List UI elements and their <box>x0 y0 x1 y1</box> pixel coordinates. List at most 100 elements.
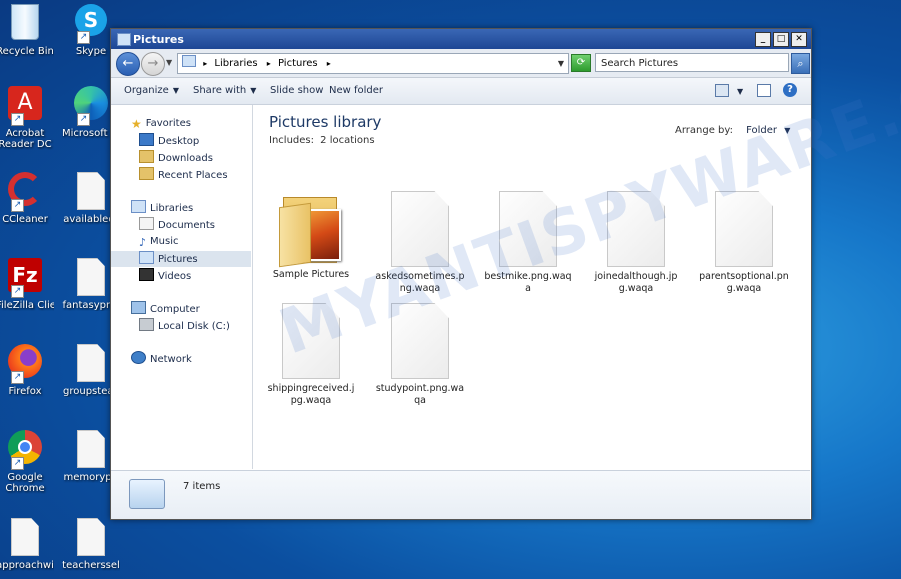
arrange-by-dropdown[interactable]: Folder ▼ <box>746 125 790 136</box>
nav-local-disk[interactable]: Local Disk (C:) <box>139 318 230 334</box>
file-view: Pictures library Includes: 2 locations A… <box>253 105 810 469</box>
breadcrumb-separator: ▸ <box>203 59 208 68</box>
organize-button[interactable]: Organize ▼ <box>124 85 179 96</box>
desktop-icon-acrobat[interactable]: A ↗ Acrobat Reader DC <box>0 84 54 150</box>
file-icon <box>71 258 111 298</box>
shortcut-arrow-icon: ↗ <box>11 113 24 126</box>
nav-label: Computer <box>150 304 200 315</box>
network-icon <box>131 351 146 364</box>
nav-desktop[interactable]: Desktop <box>139 133 199 149</box>
file-icon <box>71 430 111 470</box>
nav-videos[interactable]: Videos <box>139 268 191 284</box>
new-folder-button[interactable]: New folder <box>329 85 383 96</box>
file-icon <box>391 303 449 379</box>
nav-pictures[interactable]: Pictures <box>111 251 251 267</box>
minimize-button[interactable]: _ <box>755 32 771 47</box>
desktop-icon-file[interactable]: teacherssel <box>62 516 120 571</box>
navigation-pane: ★ Favorites Desktop Downloads Recent Plac… <box>111 105 253 469</box>
videos-icon <box>139 268 154 281</box>
file-item[interactable]: studypoint.png.waqa <box>375 303 465 407</box>
preview-pane-icon[interactable] <box>757 84 771 97</box>
file-item[interactable]: bestmike.png.waqa <box>483 191 573 295</box>
downloads-icon <box>139 150 154 163</box>
help-button[interactable]: ? <box>783 83 797 97</box>
details-pane: 7 items <box>111 470 810 519</box>
window-title: Pictures <box>133 33 184 46</box>
nav-downloads[interactable]: Downloads <box>139 150 213 166</box>
nav-label: Desktop <box>158 136 200 147</box>
file-item[interactable]: joinedalthough.jpg.waqa <box>591 191 681 295</box>
desktop-icon-file[interactable]: approachwi <box>0 516 54 571</box>
title-bar[interactable]: Pictures _ □ ✕ <box>111 29 811 49</box>
file-icon <box>607 191 665 267</box>
maximize-button[interactable]: □ <box>773 32 789 47</box>
share-with-button[interactable]: Share with ▼ <box>193 85 256 96</box>
address-dropdown-icon[interactable]: ▼ <box>558 54 564 73</box>
nav-computer[interactable]: Computer <box>131 301 200 317</box>
desktop-icon-label: teacherssel <box>62 560 120 571</box>
file-icon <box>715 191 773 267</box>
file-item[interactable]: askedsometimes.png.waqa <box>375 191 465 295</box>
folder-item[interactable]: Sample Pictures <box>266 191 356 281</box>
chrome-icon: ↗ <box>5 430 45 470</box>
desktop-icon-chrome[interactable]: ↗ Google Chrome <box>0 428 54 494</box>
desktop-icon-label: Recycle Bin <box>0 46 54 57</box>
desktop-icon-recycle-bin[interactable]: Recycle Bin <box>0 2 54 57</box>
address-field[interactable]: ▸ Libraries ▸ Pictures ▸ ▼ <box>177 53 569 74</box>
file-icon <box>71 518 111 558</box>
filezilla-icon: Fz ↗ <box>5 258 45 298</box>
breadcrumb-libraries[interactable]: Libraries <box>214 58 257 69</box>
arrange-by: Arrange by: Folder ▼ <box>675 125 790 136</box>
item-name: bestmike.png.waqa <box>484 271 572 294</box>
breadcrumb-separator: ▸ <box>326 59 331 68</box>
desktop-icon-label: approachwi <box>0 560 54 571</box>
includes-link[interactable]: 2 locations <box>320 135 374 146</box>
nav-label: Libraries <box>150 203 194 214</box>
explorer-window: Pictures _ □ ✕ ← → ▼ ▸ Libraries ▸ Pictu… <box>110 28 812 520</box>
search-input[interactable]: Search Pictures <box>595 53 789 72</box>
back-button[interactable]: ← <box>116 52 140 76</box>
file-icon <box>71 172 111 212</box>
search-icon[interactable]: ⌕ <box>791 53 810 74</box>
close-button[interactable]: ✕ <box>791 32 807 47</box>
nav-documents[interactable]: Documents <box>139 217 215 233</box>
libraries-icon <box>131 200 146 213</box>
shortcut-arrow-icon: ↗ <box>77 113 90 126</box>
arrange-value: Folder <box>746 125 778 136</box>
share-with-label: Share with <box>193 85 247 96</box>
acrobat-icon: A ↗ <box>5 86 45 126</box>
nav-libraries[interactable]: Libraries <box>131 200 193 216</box>
item-name: Sample Pictures <box>272 269 350 280</box>
nav-music[interactable]: ♪ Music <box>139 234 178 250</box>
desktop-icon-filezilla[interactable]: Fz ↗ FileZilla Client <box>0 256 54 311</box>
recycle-bin-icon <box>5 4 45 44</box>
file-item[interactable]: parentsoptional.png.waqa <box>699 191 789 295</box>
nav-network[interactable]: Network <box>131 351 192 367</box>
breadcrumb-pictures[interactable]: Pictures <box>278 58 318 69</box>
nav-label: Favorites <box>145 118 191 129</box>
nav-label: Network <box>150 354 192 365</box>
file-item[interactable]: shippingreceived.jpg.waqa <box>266 303 356 407</box>
slide-show-button[interactable]: Slide show <box>270 85 323 96</box>
desktop-icon-firefox[interactable]: ↗ Firefox <box>0 342 54 397</box>
refresh-button[interactable]: ⟳ <box>571 54 591 72</box>
view-options-dropdown-icon[interactable]: ▼ <box>737 87 743 96</box>
ccleaner-icon: ↗ <box>5 172 45 212</box>
nav-recent-places[interactable]: Recent Places <box>139 167 228 183</box>
star-icon: ★ <box>131 117 142 131</box>
change-view-icon[interactable] <box>715 84 729 97</box>
command-bar: Organize ▼ Share with ▼ Slide show New fol… <box>111 78 811 105</box>
desktop-icon-label: CCleaner <box>2 214 48 225</box>
address-bar-row: ← → ▼ ▸ Libraries ▸ Pictures ▸ ▼ ⟳ Searc… <box>111 49 811 78</box>
desktop-icon-ccleaner[interactable]: ↗ CCleaner <box>0 170 54 225</box>
pictures-library-icon <box>182 55 196 67</box>
item-name: joinedalthough.jpg.waqa <box>594 271 678 294</box>
shortcut-arrow-icon: ↗ <box>11 457 24 470</box>
history-dropdown-icon[interactable]: ▼ <box>166 58 172 67</box>
nav-favorites[interactable]: ★ Favorites <box>131 116 191 132</box>
forward-button[interactable]: → <box>141 52 165 76</box>
shortcut-arrow-icon: ↗ <box>11 371 24 384</box>
nav-label: Downloads <box>158 153 213 164</box>
desktop-icon-label: Google Chrome <box>5 472 45 494</box>
chevron-down-icon: ▼ <box>784 126 791 135</box>
